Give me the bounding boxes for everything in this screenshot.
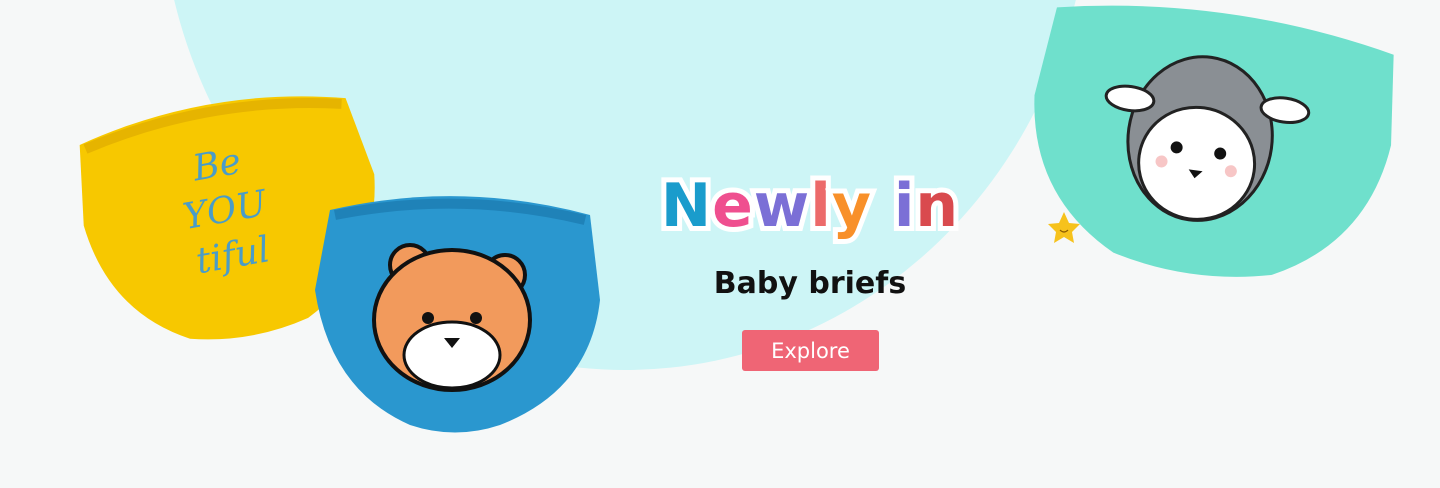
headline-letter: N [656,166,716,246]
headline-letter: y [827,166,876,246]
subtitle: Baby briefs [713,266,907,301]
headline: Newly in [655,166,965,246]
headline-letter: e [707,166,758,246]
blue-tiger-brief-image [315,196,600,433]
headline-letter: l [805,166,835,246]
headline-letter: w [749,166,815,246]
yellow-brief-print: Be YOU tiful [180,140,273,283]
explore-button[interactable]: Explore [742,330,879,371]
headline-letter: n [910,166,963,246]
headline-letter: i [889,166,919,246]
headline-letter [872,171,894,241]
mint-sheep-brief-image [1034,5,1394,277]
